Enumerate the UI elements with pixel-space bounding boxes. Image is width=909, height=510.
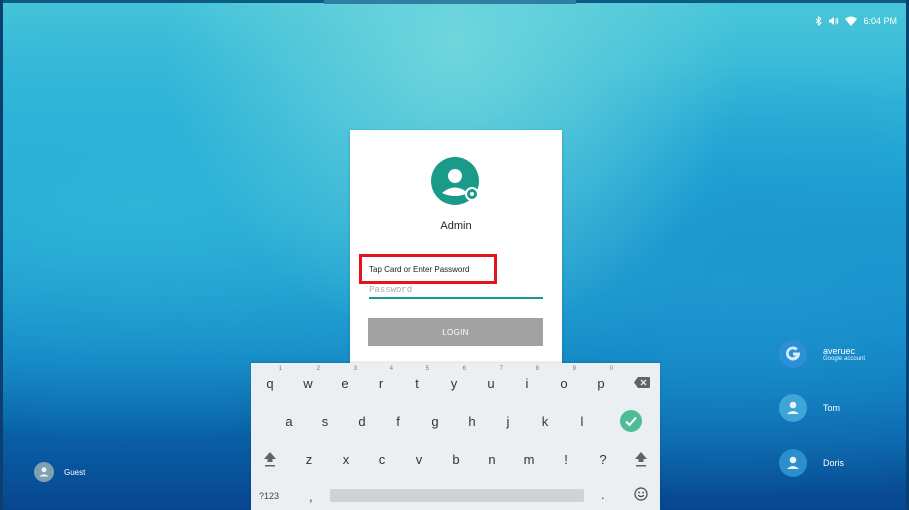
key-b[interactable]: b — [444, 452, 468, 467]
key-r[interactable]: r4 — [369, 366, 393, 391]
backspace-icon — [634, 377, 650, 388]
account-name: Doris — [823, 458, 845, 468]
prompt-label: Tap Card or Enter Password — [369, 265, 470, 274]
admin-username: Admin — [440, 220, 472, 232]
google-g-icon — [779, 340, 807, 368]
key-i[interactable]: i8 — [515, 366, 539, 391]
shift-key-left[interactable] — [258, 451, 282, 470]
password-field[interactable] — [369, 282, 543, 299]
volume-icon — [828, 16, 839, 26]
bluetooth-icon — [815, 16, 823, 26]
key-d[interactable]: d — [350, 414, 374, 429]
key-f[interactable]: f — [386, 414, 410, 429]
key-t[interactable]: t5 — [405, 366, 429, 391]
shift-icon — [264, 452, 276, 467]
period-key[interactable]: . — [601, 487, 605, 502]
account-guest[interactable]: Guest — [34, 462, 85, 482]
emoji-key[interactable] — [634, 487, 648, 501]
shift-key-right[interactable] — [629, 451, 653, 470]
key-p[interactable]: p0 — [589, 366, 613, 391]
person-icon — [779, 449, 807, 477]
login-card: Admin Tap Card or Enter Password LOGIN — [350, 130, 562, 370]
key-v[interactable]: v — [407, 452, 431, 467]
key-y[interactable]: y6 — [442, 366, 466, 391]
account-tom[interactable]: Tom — [779, 394, 840, 422]
top-strip — [324, 0, 576, 4]
wifi-icon — [845, 16, 858, 26]
comma-key[interactable]: , — [309, 489, 313, 504]
shift-icon — [635, 452, 647, 467]
key-c[interactable]: c — [370, 452, 394, 467]
account-name: Tom — [823, 403, 841, 413]
key-n[interactable]: n — [480, 452, 504, 467]
key-x[interactable]: x — [334, 452, 358, 467]
key-l[interactable]: l — [570, 414, 594, 429]
spacebar[interactable] — [330, 489, 584, 502]
enter-key[interactable] — [619, 409, 643, 433]
person-icon — [34, 462, 54, 482]
clock-text: 6:04 PM — [863, 16, 897, 26]
key-question[interactable]: ? — [591, 452, 615, 467]
account-averuec[interactable]: averuec Google account — [779, 340, 865, 368]
left-edge — [0, 0, 3, 510]
backspace-key[interactable] — [630, 376, 654, 391]
soft-keyboard: q1 w2 e3 r4 t5 y6 u7 i8 o9 p0 a s d f g … — [251, 363, 660, 510]
key-z[interactable]: z — [297, 452, 321, 467]
key-g[interactable]: g — [423, 414, 447, 429]
key-m[interactable]: m — [517, 452, 541, 467]
key-w[interactable]: w2 — [296, 366, 320, 391]
key-s[interactable]: s — [313, 414, 337, 429]
admin-avatar — [431, 157, 481, 207]
key-exclamation[interactable]: ! — [554, 452, 578, 467]
key-h[interactable]: h — [460, 414, 484, 429]
key-q[interactable]: q1 — [258, 366, 282, 391]
admin-settings-avatar-icon — [431, 157, 479, 205]
key-o[interactable]: o9 — [552, 366, 576, 391]
guest-name: Guest — [64, 467, 86, 477]
account-doris[interactable]: Doris — [779, 449, 844, 477]
account-name: averuec — [823, 346, 856, 356]
key-u[interactable]: u7 — [479, 366, 503, 391]
key-e[interactable]: e3 — [333, 366, 357, 391]
key-k[interactable]: k — [533, 414, 557, 429]
person-icon — [779, 394, 807, 422]
emoji-icon — [634, 487, 648, 501]
key-a[interactable]: a — [277, 414, 301, 429]
symbols-key[interactable]: ?123 — [259, 491, 279, 501]
checkmark-icon — [620, 410, 642, 432]
status-bar: 6:04 PM — [815, 16, 897, 26]
key-j[interactable]: j — [496, 414, 520, 429]
login-button[interactable]: LOGIN — [368, 318, 543, 346]
account-type: Google account — [823, 356, 866, 362]
